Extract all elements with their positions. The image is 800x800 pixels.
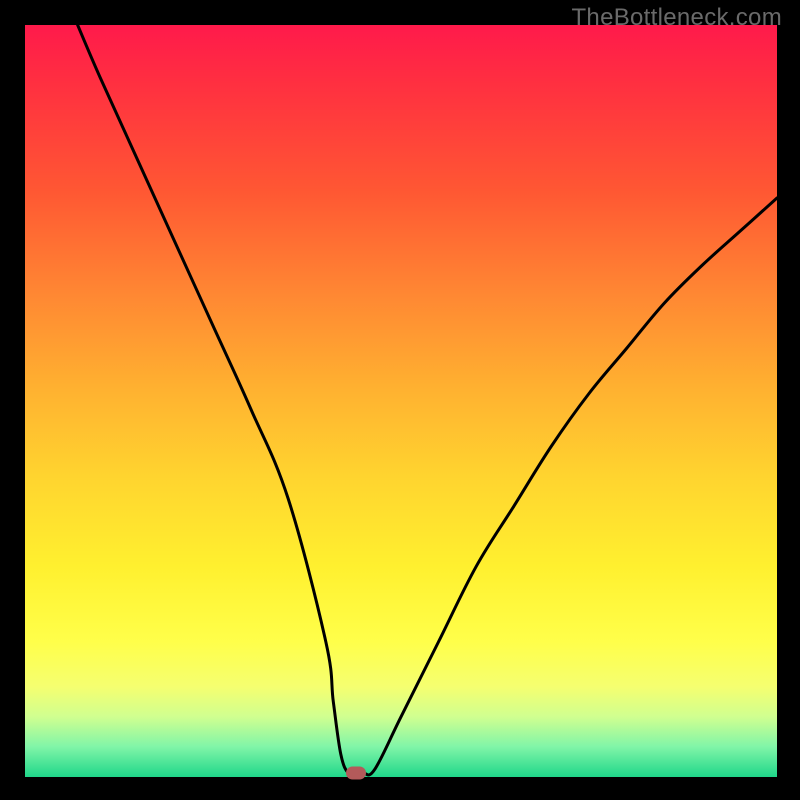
- chart-frame: TheBottleneck.com: [0, 0, 800, 800]
- plot-area: [25, 25, 777, 777]
- optimal-point-marker: [346, 767, 366, 780]
- bottleneck-curve: [25, 25, 777, 777]
- watermark-text: TheBottleneck.com: [571, 4, 782, 32]
